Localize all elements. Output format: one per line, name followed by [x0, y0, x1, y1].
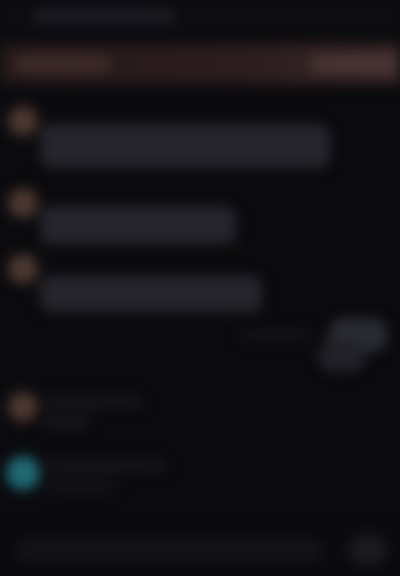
send-button[interactable]	[348, 534, 388, 566]
banner-action-button[interactable]	[310, 56, 400, 72]
banner-label	[14, 55, 110, 73]
message-bubble[interactable]	[40, 124, 330, 168]
message-input[interactable]	[14, 538, 324, 564]
app-screen	[0, 0, 400, 576]
avatar[interactable]	[8, 106, 38, 136]
outgoing-meta	[240, 330, 310, 340]
header-title	[34, 8, 174, 24]
top-header	[0, 0, 400, 36]
avatar[interactable]	[8, 392, 38, 422]
message-text-line	[44, 396, 144, 408]
message-item[interactable]	[0, 390, 400, 440]
message-item[interactable]	[0, 104, 400, 174]
message-text-line	[46, 460, 166, 472]
message-item[interactable]	[0, 252, 400, 316]
message-item[interactable]	[0, 186, 400, 250]
avatar[interactable]	[6, 456, 40, 490]
alert-banner[interactable]	[0, 44, 400, 84]
message-bubble[interactable]	[40, 206, 236, 244]
outgoing-bubble-tail	[318, 340, 366, 372]
message-item[interactable]	[0, 454, 400, 510]
message-bubble[interactable]	[40, 276, 262, 312]
blurred-content	[0, 0, 400, 576]
avatar[interactable]	[8, 188, 38, 218]
message-text-line	[46, 482, 116, 494]
message-text-line	[44, 416, 90, 428]
avatar[interactable]	[8, 254, 38, 284]
